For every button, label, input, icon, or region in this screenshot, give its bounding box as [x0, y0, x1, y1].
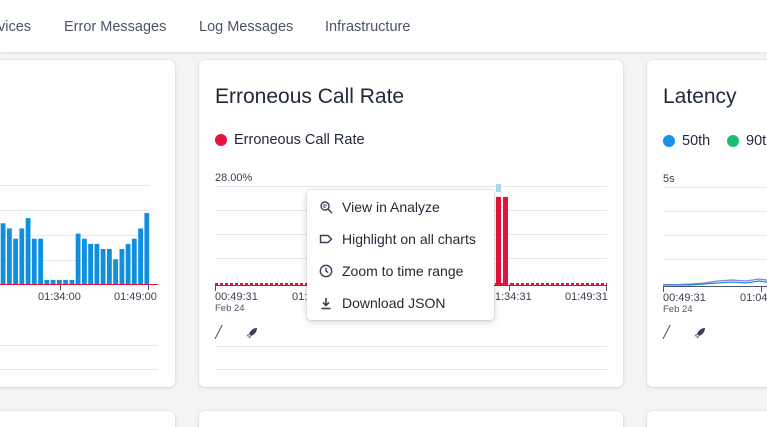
hover-highlight — [496, 184, 501, 192]
card-title: Latency — [663, 85, 737, 108]
x-tick-label: 01:34:00 — [38, 291, 81, 303]
deploy-marker-icon[interactable]: ╱ — [215, 325, 222, 339]
nav-tab-services[interactable]: vices — [0, 19, 31, 35]
x-tick-date: Feb 24 — [215, 303, 245, 314]
chart-bar[interactable] — [94, 243, 100, 285]
chart-bar[interactable] — [144, 213, 150, 285]
grid-line — [0, 185, 150, 186]
menu-item-zoom-to-time-range[interactable]: Zoom to time range — [307, 255, 494, 287]
chart-bar[interactable] — [7, 228, 12, 285]
download-icon — [318, 295, 334, 311]
x-tick-label: 00:49:31 — [663, 292, 706, 304]
x-tick-date: Feb 24 — [663, 304, 693, 315]
chart-bar[interactable] — [131, 238, 137, 285]
legend-label: 50th — [682, 133, 711, 149]
top-navigation: vices Error Messages Log Messages Infras… — [0, 0, 767, 52]
chart-card-next-row — [647, 411, 767, 427]
chart-bar[interactable] — [113, 259, 118, 285]
card-title: Erroneous Call Rate — [215, 85, 405, 108]
chart-card-left: 01:34:00 01:49:00 — [0, 60, 175, 387]
chart-bar[interactable] — [119, 249, 125, 285]
menu-item-label: View in Analyze — [342, 199, 440, 215]
tag-icon — [318, 231, 334, 247]
nav-tab-log-messages[interactable]: Log Messages — [199, 19, 293, 35]
clock-icon — [318, 263, 334, 279]
x-tick-label: 00:49:31 — [215, 291, 258, 303]
chart-bar[interactable] — [25, 218, 31, 285]
menu-item-download-json[interactable]: Download JSON — [307, 287, 494, 319]
menu-item-label: Zoom to time range — [342, 263, 464, 279]
chart-card-next-row — [0, 411, 175, 427]
chart-bar[interactable] — [88, 243, 93, 285]
chart-bar[interactable] — [82, 238, 87, 285]
x-axis — [663, 286, 767, 287]
nav-tab-infrastructure[interactable]: Infrastructure — [325, 19, 410, 35]
search-analyze-icon — [318, 199, 334, 215]
grid-line — [663, 187, 767, 188]
legend-item-50th[interactable]: 50th — [663, 133, 710, 149]
event-track — [215, 346, 607, 370]
x-tick-mark — [148, 285, 149, 290]
x-tick-label: 01:04 — [740, 292, 767, 304]
event-track — [0, 345, 158, 370]
chart-bar[interactable] — [496, 196, 501, 286]
legend-item-90th[interactable]: 90t — [727, 133, 766, 149]
deploy-marker-icon[interactable]: ╱ — [663, 325, 670, 339]
chart-card-next-row — [199, 411, 623, 427]
chart-bar[interactable] — [75, 233, 81, 285]
x-tick-mark — [60, 285, 61, 290]
menu-item-highlight-on-all-charts[interactable]: Highlight on all charts — [307, 223, 494, 255]
legend-label: 90t — [746, 133, 767, 149]
chart-context-menu: View in Analyze Highlight on all charts … — [307, 190, 494, 320]
chart-bar[interactable] — [138, 228, 143, 285]
chart-bar[interactable] — [125, 243, 131, 285]
legend-item[interactable]: Erroneous Call Rate — [215, 132, 365, 148]
chart-bar[interactable] — [31, 238, 37, 285]
nav-tab-error-messages[interactable]: Error Messages — [64, 19, 166, 35]
y-tick-label: 5s — [663, 173, 675, 185]
x-tick-label: 1:34:31 — [495, 291, 532, 303]
chart-bar[interactable] — [107, 249, 112, 285]
legend-dot — [215, 134, 227, 146]
menu-item-view-in-analyze[interactable]: View in Analyze — [307, 191, 494, 223]
grid-line — [663, 211, 767, 212]
chart-bar[interactable] — [38, 238, 43, 285]
legend-label: Erroneous Call Rate — [234, 132, 365, 148]
rocket-icon[interactable] — [694, 327, 706, 339]
rocket-icon[interactable] — [246, 327, 258, 339]
x-tick-label: 01: — [292, 291, 308, 303]
legend-dot — [663, 135, 675, 147]
menu-item-label: Highlight on all charts — [342, 231, 476, 247]
chart-bar[interactable] — [19, 228, 25, 285]
chart-card-latency: Latency 50th 90t 5s 00:49:31 Feb 24 01:0… — [647, 60, 767, 387]
y-tick-label: 28.00% — [215, 172, 253, 184]
chart-bar[interactable] — [13, 238, 18, 285]
chart-bar[interactable] — [503, 196, 508, 286]
chart-bar[interactable] — [100, 249, 106, 285]
x-axis — [0, 284, 158, 285]
legend-dot — [727, 135, 739, 147]
x-tick-label: 01:49:00 — [114, 291, 157, 303]
grid-line — [663, 235, 767, 236]
grid-line — [663, 259, 767, 260]
left-bar-chart[interactable] — [0, 200, 150, 285]
menu-item-label: Download JSON — [342, 295, 446, 311]
x-tick-label: 01:49:31 — [565, 291, 608, 303]
chart-bar[interactable] — [0, 223, 6, 285]
